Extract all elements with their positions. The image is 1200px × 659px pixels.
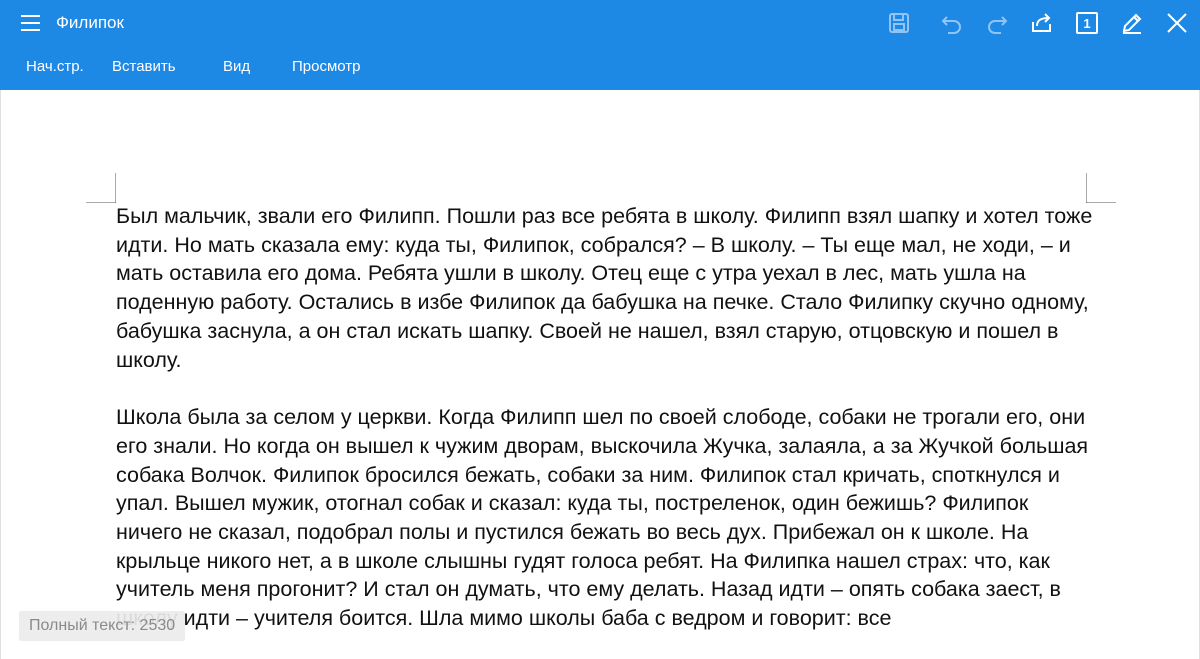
document-page[interactable]: Был мальчик, звали его Филипп. Пошли раз…	[0, 90, 1200, 659]
menu-icon[interactable]	[20, 12, 42, 34]
page-count-icon[interactable]: 1	[1073, 9, 1101, 37]
app-bar: Филипок 1 Нач.стр. Вставить Вид Просмотр	[0, 0, 1200, 90]
paragraph: Был мальчик, звали его Филипп. Пошли раз…	[116, 204, 1093, 372]
paragraph: Школа была за селом у церкви. Когда Фили…	[116, 405, 1089, 631]
share-icon[interactable]	[1028, 9, 1056, 37]
page-count-label: 1	[1083, 15, 1091, 31]
tab-home[interactable]: Нач.стр.	[26, 58, 84, 75]
document-title: Филипок	[56, 13, 124, 32]
save-icon[interactable]	[885, 9, 913, 37]
tab-review[interactable]: Просмотр	[292, 58, 361, 75]
redo-icon[interactable]	[983, 9, 1011, 37]
margin-corner-left	[86, 173, 116, 203]
close-icon[interactable]	[1163, 9, 1191, 37]
document-text[interactable]: Был мальчик, звали его Филипп. Пошли раз…	[116, 202, 1096, 659]
edit-icon[interactable]	[1118, 9, 1146, 37]
margin-corner-right	[1086, 173, 1116, 203]
word-count-badge: Полный текст: 2530	[19, 611, 186, 641]
undo-icon[interactable]	[938, 9, 966, 37]
tab-insert[interactable]: Вставить	[112, 58, 176, 75]
tab-view[interactable]: Вид	[223, 58, 250, 75]
